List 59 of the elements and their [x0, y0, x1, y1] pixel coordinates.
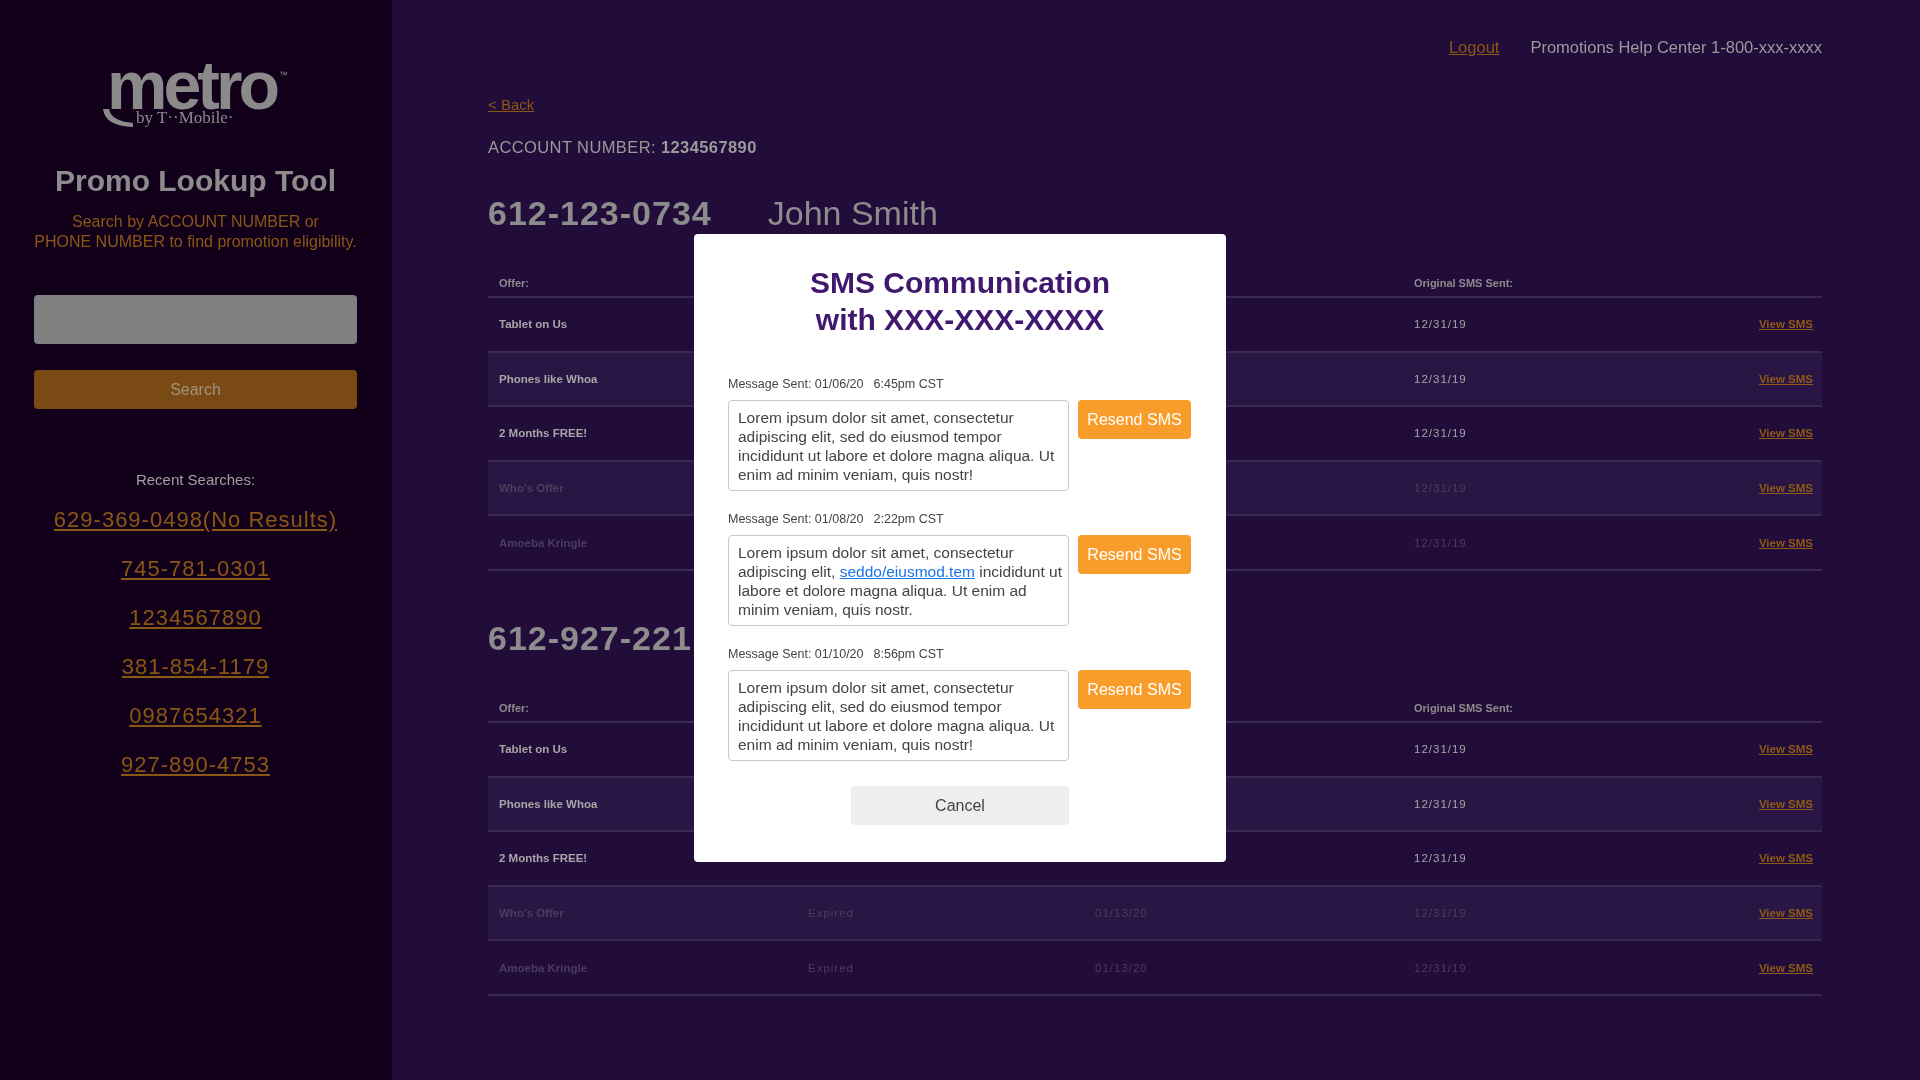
search-button[interactable]: Search: [34, 370, 357, 409]
logout-link[interactable]: Logout: [1448, 37, 1500, 57]
offer-cell: 2 Months FREE!: [499, 852, 588, 865]
column-header: Offer:: [499, 277, 529, 289]
view-sms-link[interactable]: View SMS: [1758, 427, 1813, 440]
view-sms-link[interactable]: View SMS: [1758, 797, 1813, 810]
sms-date-cell: 12/31/19: [1414, 372, 1467, 385]
resend-sms-button[interactable]: Resend SMS: [1078, 400, 1191, 439]
offer-cell: Phones like Whoa: [499, 372, 598, 385]
logo-tagline: by T··Mobile·: [136, 109, 234, 127]
message-link[interactable]: seddo/eiusmod.tem: [839, 563, 975, 580]
sms-date-cell: 12/31/19: [1414, 427, 1467, 440]
column-header: Offer:: [499, 701, 529, 714]
message-text: Lorem ipsum dolor sit amet, consectetur adipiscing elit, seddo/eiusmod.tem incididunt ut labore et dolore magna aliqua. Ut enim ad minim veniam, quis nostr.: [738, 543, 1063, 619]
recent-search-link[interactable]: 629-369-0498(No Results): [53, 505, 338, 535]
sms-date-cell: 12/31/19: [1414, 852, 1467, 865]
phone-number-heading: 612-123-0734: [488, 193, 712, 233]
recent-search-link[interactable]: 0987654321: [129, 701, 262, 731]
message-sent-date: Message Sent: 01/08/20: [728, 511, 864, 527]
column-header: Original SMS Sent:: [1414, 277, 1513, 289]
sms-date-cell: 12/31/19: [1414, 318, 1467, 331]
view-sms-link[interactable]: View SMS: [1758, 743, 1813, 756]
tool-description: Search by ACCOUNT NUMBER or PHONE NUMBER to find promotion eligibility.: [34, 212, 357, 252]
view-sms-link[interactable]: View SMS: [1758, 372, 1813, 385]
customer-name: John Smith: [767, 193, 938, 233]
recent-search-link[interactable]: 1234567890: [129, 603, 262, 633]
back-link[interactable]: < Back: [488, 95, 535, 115]
offer-cell: Phones like Whoa: [499, 797, 598, 810]
sms-date-cell: 12/31/19: [1414, 743, 1467, 756]
swoosh-icon: [103, 109, 134, 127]
tool-title: Promo Lookup Tool: [54, 163, 337, 199]
account-number: ACCOUNT NUMBER: 1234567890: [488, 137, 757, 157]
cancel-button[interactable]: Cancel: [851, 786, 1069, 825]
dialog-title: SMS Communication with XXX-XXX-XXXX: [809, 265, 1111, 338]
column-header: Original SMS Sent:: [1414, 701, 1513, 714]
search-field[interactable]: [34, 295, 357, 344]
message-sent-time: 2:22pm CST: [873, 511, 944, 527]
trademark-sign: ™: [278, 70, 288, 80]
message-sent-time: 6:45pm CST: [873, 376, 944, 392]
resend-sms-button[interactable]: Resend SMS: [1078, 670, 1191, 709]
offer-cell: 2 Months FREE!: [499, 427, 588, 440]
logo-wordmark: metro: [107, 62, 276, 109]
phone-number-heading: 612-927-221: [488, 617, 692, 658]
offer-cell: Tablet on Us: [499, 743, 568, 756]
offer-cell: Tablet on Us: [499, 318, 568, 331]
recent-search-link[interactable]: 745-781-0301: [121, 554, 270, 584]
message-text: Lorem ipsum dolor sit amet, consectetur adipiscing elit, sed do eiusmod tempor incididunt ut labore et dolore magna aliqua. Ut enim ad minim veniam, quis nostr!: [738, 408, 1056, 484]
view-sms-link[interactable]: View SMS: [1758, 318, 1813, 331]
recent-search-link[interactable]: 381-854-1179: [121, 652, 270, 682]
sms-date-cell: 12/31/19: [1414, 797, 1467, 810]
message-sent-date: Message Sent: 01/06/20: [728, 376, 864, 392]
view-sms-link[interactable]: View SMS: [1758, 852, 1813, 865]
message-sent-date: Message Sent: 01/10/20: [728, 646, 864, 662]
recent-search-link[interactable]: 927-890-4753: [121, 750, 270, 780]
help-center-text: Promotions Help Center 1-800-xxx-xxxx: [1530, 37, 1822, 57]
message-text: Lorem ipsum dolor sit amet, consectetur adipiscing elit, sed do eiusmod tempor incididunt ut labore et dolore magna aliqua. Ut enim ad minim veniam, quis nostr!: [738, 678, 1056, 754]
message-sent-time: 8:56pm CST: [873, 646, 944, 662]
recent-searches-label: Recent Searches:: [135, 470, 256, 490]
resend-sms-button[interactable]: Resend SMS: [1078, 535, 1191, 574]
